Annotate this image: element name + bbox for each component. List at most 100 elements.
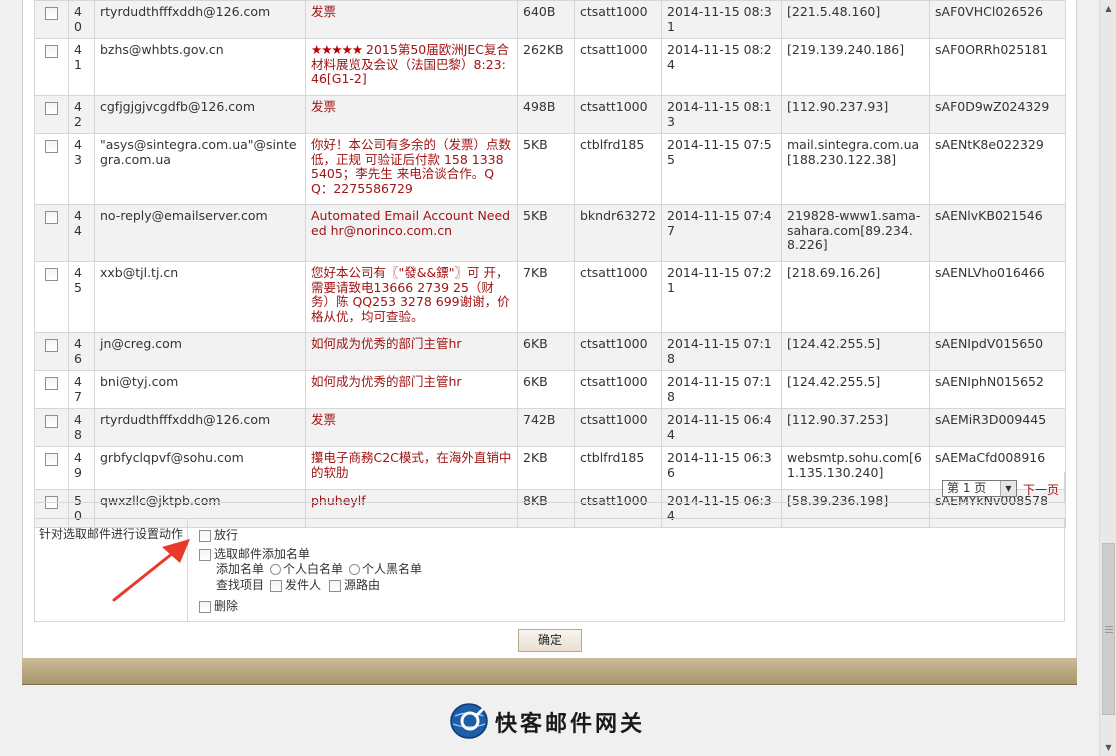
table-row[interactable]: 46 jn@creg.com 如何成为优秀的部门主管hr 6KB ctsatt1000 2… bbox=[34, 332, 1066, 371]
subject-cell[interactable]: 您好本公司有〖"發&&鏢"〗可 开，需要请致电13666 2739 25（财务）… bbox=[305, 261, 518, 333]
subject-cell[interactable]: Automated Email Account Needed hr@norinc… bbox=[305, 204, 518, 262]
subject-link[interactable]: 如何成为优秀的部门主管hr bbox=[311, 336, 462, 351]
row-select-cell[interactable] bbox=[34, 0, 69, 39]
delete-checkbox[interactable] bbox=[199, 600, 211, 613]
row-checkbox[interactable] bbox=[45, 377, 58, 390]
sender-address: rtyrdudthfffxddh@126.com bbox=[100, 4, 271, 19]
whitelist-radio[interactable] bbox=[270, 564, 282, 575]
row-checkbox[interactable] bbox=[45, 211, 58, 224]
size-cell: 498B bbox=[517, 95, 575, 134]
confirm-button[interactable]: 确定 bbox=[518, 629, 582, 652]
subject-cell[interactable]: 发票 bbox=[305, 0, 518, 39]
subject-link[interactable]: Automated Email Account Needed hr@norinc… bbox=[311, 208, 510, 238]
row-number: 46 bbox=[74, 336, 82, 366]
row-select-cell[interactable] bbox=[34, 95, 69, 134]
row-select-cell[interactable] bbox=[34, 408, 69, 447]
scrollbar-thumb[interactable] bbox=[1102, 543, 1115, 715]
next-page-link[interactable]: 下一页 bbox=[1023, 481, 1059, 498]
subject-link[interactable]: 发票 bbox=[311, 4, 336, 19]
sender-address: xxb@tjl.tj.cn bbox=[100, 265, 179, 280]
delete-option[interactable]: 删除 bbox=[199, 599, 238, 613]
table-row[interactable]: 47 bni@tyj.com 如何成为优秀的部门主管hr 6KB ctsatt1000 2… bbox=[34, 370, 1066, 409]
subject-cell[interactable]: 你好！本公司有多余的（发票）点数低，正规 可验证后付款 158 1338 540… bbox=[305, 133, 518, 205]
time-cell: 2014-11-15 07:21 bbox=[661, 261, 782, 333]
table-row[interactable]: 45 xxb@tjl.tj.cn 您好本公司有〖"發&&鏢"〗可 开，需要请致电13… bbox=[34, 261, 1066, 333]
annotation-arrow-shaft bbox=[112, 547, 180, 602]
table-row[interactable]: 43 "asys@sintegra.com.ua"@sintegra.com.ua… bbox=[34, 133, 1066, 205]
row-checkbox[interactable] bbox=[45, 102, 58, 115]
time-cell: 2014-11-15 08:13 bbox=[661, 95, 782, 134]
table-row[interactable]: 42 cgfjgjgjvcgdfb@126.com 发票 498B ctsatt1000… bbox=[34, 95, 1066, 134]
ip: [219.139.240.186] bbox=[787, 42, 905, 57]
page-select[interactable]: 第 1 页 ▼ bbox=[942, 480, 1017, 497]
add-list-checkbox[interactable] bbox=[199, 548, 211, 561]
ip: [124.42.255.5] bbox=[787, 374, 881, 389]
ip: [112.90.37.253] bbox=[787, 412, 889, 427]
message-id-cell: sAF0ORRh025181 bbox=[929, 38, 1066, 96]
subject-link[interactable]: 发票 bbox=[311, 99, 336, 114]
time: 2014-11-15 08:13 bbox=[667, 99, 772, 129]
message-id-cell: sAENIphN015652 bbox=[929, 370, 1066, 409]
table-row[interactable]: 40 rtyrdudthfffxddh@126.com 发票 640B ctsatt10… bbox=[34, 0, 1066, 39]
row-number: 48 bbox=[74, 412, 82, 442]
account-cell: ctsatt1000 bbox=[574, 408, 662, 447]
row-checkbox[interactable] bbox=[45, 7, 58, 20]
row-select-cell[interactable] bbox=[34, 133, 69, 205]
row-select-cell[interactable] bbox=[34, 370, 69, 409]
account: ctsatt1000 bbox=[580, 265, 648, 280]
row-checkbox[interactable] bbox=[45, 339, 58, 352]
table-row[interactable]: 44 no-reply@emailserver.com Automated Emai… bbox=[34, 204, 1066, 262]
add-list-option[interactable]: 选取邮件添加名单 bbox=[199, 547, 310, 561]
row-select-cell[interactable] bbox=[34, 332, 69, 371]
ip: [124.42.255.5] bbox=[787, 336, 881, 351]
ip-cell: [218.69.16.26] bbox=[781, 261, 930, 333]
subject-cell[interactable]: ★★★★★ 2015第50届欧洲JEC复合材料展览及会议（法国巴黎）8:23:4… bbox=[305, 38, 518, 96]
release-option[interactable]: 放行 bbox=[199, 528, 238, 542]
subject-cell[interactable]: 发票 bbox=[305, 408, 518, 447]
row-checkbox[interactable] bbox=[45, 140, 58, 153]
row-select-cell[interactable] bbox=[34, 38, 69, 96]
account: ctblfrd185 bbox=[580, 450, 645, 465]
blacklist-radio[interactable] bbox=[349, 564, 361, 575]
subject-link[interactable]: 您好本公司有〖"發&&鏢"〗可 开，需要请致电13666 2739 25（财务）… bbox=[311, 265, 510, 324]
subject-cell[interactable]: 如何成为优秀的部门主管hr bbox=[305, 370, 518, 409]
table-row[interactable]: 41 bzhs@whbts.gov.cn ★★★★★ 2015第50届欧洲JEC复合… bbox=[34, 38, 1066, 96]
row-checkbox[interactable] bbox=[45, 268, 58, 281]
size: 6KB bbox=[523, 374, 548, 389]
row-number: 44 bbox=[74, 208, 82, 238]
row-number: 45 bbox=[74, 265, 82, 295]
row-checkbox[interactable] bbox=[45, 45, 58, 58]
account: ctsatt1000 bbox=[580, 42, 648, 57]
vertical-scrollbar[interactable]: ▲ ▼ bbox=[1099, 0, 1116, 756]
subject-link[interactable]: 如何成为优秀的部门主管hr bbox=[311, 374, 462, 389]
subject-link[interactable]: 发票 bbox=[311, 412, 336, 427]
time: 2014-11-15 07:47 bbox=[667, 208, 772, 238]
scroll-up-icon[interactable]: ▲ bbox=[1100, 0, 1116, 17]
chevron-down-icon[interactable]: ▼ bbox=[1000, 481, 1016, 496]
sender-checkbox[interactable] bbox=[270, 579, 283, 592]
account-cell: ctsatt1000 bbox=[574, 370, 662, 409]
account-cell: bkndr63272 bbox=[574, 204, 662, 262]
sender-cell: "asys@sintegra.com.ua"@sintegra.com.ua bbox=[94, 133, 306, 205]
account-cell: ctsatt1000 bbox=[574, 0, 662, 39]
source-route-label: 源路由 bbox=[344, 578, 381, 592]
release-checkbox[interactable] bbox=[199, 529, 211, 542]
sender-cell: rtyrdudthfffxddh@126.com bbox=[94, 408, 306, 447]
row-number-cell: 47 bbox=[68, 370, 95, 409]
message-id: sAF0VHCl026526 bbox=[935, 4, 1044, 19]
size: 742B bbox=[523, 412, 556, 427]
size-cell: 742B bbox=[517, 408, 575, 447]
row-number-cell: 48 bbox=[68, 408, 95, 447]
subject-cell[interactable]: 如何成为优秀的部门主管hr bbox=[305, 332, 518, 371]
row-checkbox[interactable] bbox=[45, 415, 58, 428]
subject-link[interactable]: 你好！本公司有多余的（发票）点数低，正规 可验证后付款 158 1338 540… bbox=[311, 137, 511, 196]
row-checkbox[interactable] bbox=[45, 453, 58, 466]
row-select-cell[interactable] bbox=[34, 261, 69, 333]
ip-cell: mail.sintegra.com.ua[188.230.122.38] bbox=[781, 133, 930, 205]
row-number-cell: 43 bbox=[68, 133, 95, 205]
scroll-down-icon[interactable]: ▼ bbox=[1100, 739, 1116, 756]
source-route-checkbox[interactable] bbox=[329, 579, 342, 592]
row-select-cell[interactable] bbox=[34, 204, 69, 262]
table-row[interactable]: 48 rtyrdudthfffxddh@126.com 发票 742B ctsatt10… bbox=[34, 408, 1066, 447]
subject-cell[interactable]: 发票 bbox=[305, 95, 518, 134]
